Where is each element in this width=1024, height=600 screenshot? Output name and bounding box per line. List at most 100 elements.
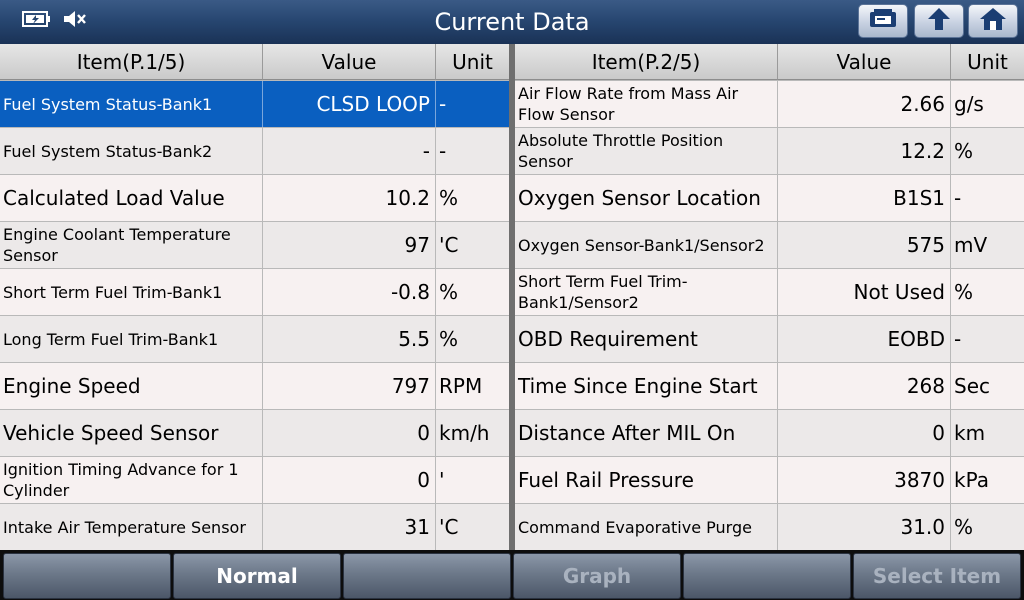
- table-row[interactable]: Fuel System Status-Bank1 CLSD LOOP -: [0, 80, 509, 127]
- table-row[interactable]: OBD Requirement EOBD -: [515, 315, 1024, 362]
- item-name: Time Since Engine Start: [515, 363, 778, 409]
- item-name: Short Term Fuel Trim-Bank1: [0, 269, 263, 315]
- item-value: 268: [778, 363, 951, 409]
- table-row[interactable]: Long Term Fuel Trim-Bank1 5.5 %: [0, 315, 509, 362]
- table-row[interactable]: Time Since Engine Start 268 Sec: [515, 362, 1024, 409]
- table-header: Item(P.1/5) Value Unit: [0, 44, 509, 80]
- item-unit: kPa: [954, 468, 989, 492]
- item-unit: %: [954, 280, 974, 304]
- item-unit: Sec: [954, 374, 990, 398]
- item-name: Fuel Rail Pressure: [515, 457, 778, 503]
- item-name: Absolute Throttle Position Sensor: [515, 128, 778, 174]
- item-name: Ignition Timing Advance for 1 Cylinder: [0, 457, 263, 503]
- item-unit: RPM: [439, 374, 483, 398]
- item-name: Calculated Load Value: [0, 175, 263, 221]
- item-value: 797: [263, 363, 436, 409]
- table-row[interactable]: Oxygen Sensor-Bank1/Sensor2 575 mV: [515, 221, 1024, 268]
- table-row[interactable]: Short Term Fuel Trim-Bank1/Sensor2 Not U…: [515, 268, 1024, 315]
- item-value: 0: [263, 410, 436, 456]
- item-value: CLSD LOOP: [263, 81, 436, 127]
- item-name: Vehicle Speed Sensor: [0, 410, 263, 456]
- item-unit: %: [439, 186, 459, 210]
- right-data-table: Item(P.2/5) Value Unit Air Flow Rate fro…: [515, 44, 1024, 550]
- item-name: Distance After MIL On: [515, 410, 778, 456]
- item-name: Engine Speed: [0, 363, 263, 409]
- item-value: B1S1: [778, 175, 951, 221]
- printer-icon: [868, 7, 898, 35]
- column-header-value: Value: [778, 44, 951, 80]
- table-row[interactable]: Air Flow Rate from Mass Air Flow Sensor …: [515, 80, 1024, 127]
- item-value: 31: [263, 504, 436, 550]
- item-unit: -: [439, 92, 447, 116]
- normal-button[interactable]: Normal: [173, 553, 341, 599]
- item-value: 97: [263, 222, 436, 268]
- item-value: 2.66: [778, 81, 951, 127]
- item-unit: -: [954, 186, 962, 210]
- table-row[interactable]: Intake Air Temperature Sensor 31 'C: [0, 503, 509, 550]
- item-unit: km/h: [439, 421, 490, 445]
- graph-button[interactable]: Graph: [513, 553, 681, 599]
- item-name: Long Term Fuel Trim-Bank1: [0, 316, 263, 362]
- table-row[interactable]: Engine Speed 797 RPM: [0, 362, 509, 409]
- column-header-item: Item(P.1/5): [0, 44, 263, 80]
- item-name: Fuel System Status-Bank1: [0, 81, 263, 127]
- table-row[interactable]: Calculated Load Value 10.2 %: [0, 174, 509, 221]
- back-arrow-icon: [925, 6, 953, 36]
- item-value: 0: [263, 457, 436, 503]
- item-value: 10.2: [263, 175, 436, 221]
- table-row[interactable]: Short Term Fuel Trim-Bank1 -0.8 %: [0, 268, 509, 315]
- item-name: Command Evaporative Purge: [515, 504, 778, 550]
- item-value: 3870: [778, 457, 951, 503]
- item-unit: mV: [954, 233, 988, 257]
- item-value: 575: [778, 222, 951, 268]
- item-name: Oxygen Sensor-Bank1/Sensor2: [515, 222, 778, 268]
- table-row[interactable]: Fuel System Status-Bank2 - -: [0, 127, 509, 174]
- item-name: Short Term Fuel Trim-Bank1/Sensor2: [515, 269, 778, 315]
- item-value: -: [263, 128, 436, 174]
- item-unit: -: [954, 327, 962, 351]
- table-row[interactable]: Fuel Rail Pressure 3870 kPa: [515, 456, 1024, 503]
- item-name: Engine Coolant Temperature Sensor: [0, 222, 263, 268]
- empty-button-3[interactable]: [683, 553, 851, 599]
- table-row[interactable]: Absolute Throttle Position Sensor 12.2 %: [515, 127, 1024, 174]
- table-header: Item(P.2/5) Value Unit: [515, 44, 1024, 80]
- table-row[interactable]: Engine Coolant Temperature Sensor 97 'C: [0, 221, 509, 268]
- item-value: 5.5: [263, 316, 436, 362]
- item-unit: %: [954, 139, 974, 163]
- item-name: OBD Requirement: [515, 316, 778, 362]
- item-value: EOBD: [778, 316, 951, 362]
- item-unit: 'C: [439, 515, 459, 539]
- item-value: -0.8: [263, 269, 436, 315]
- item-name: Oxygen Sensor Location: [515, 175, 778, 221]
- table-row[interactable]: Ignition Timing Advance for 1 Cylinder 0…: [0, 456, 509, 503]
- item-value: 12.2: [778, 128, 951, 174]
- print-button[interactable]: [858, 4, 908, 38]
- item-value: Not Used: [778, 269, 951, 315]
- back-button[interactable]: [914, 4, 964, 38]
- table-row[interactable]: Distance After MIL On 0 km: [515, 409, 1024, 456]
- item-name: Intake Air Temperature Sensor: [0, 504, 263, 550]
- home-button[interactable]: [968, 4, 1018, 38]
- column-header-value: Value: [263, 44, 436, 80]
- item-name: Fuel System Status-Bank2: [0, 128, 263, 174]
- select-item-button[interactable]: Select Item: [853, 553, 1021, 599]
- item-name: Air Flow Rate from Mass Air Flow Sensor: [515, 81, 778, 127]
- item-unit: km: [954, 421, 986, 445]
- title-bar: Current Data: [0, 0, 1024, 45]
- item-value: 0: [778, 410, 951, 456]
- item-unit: %: [439, 280, 459, 304]
- column-header-item: Item(P.2/5): [515, 44, 778, 80]
- table-row[interactable]: Command Evaporative Purge 31.0 %: [515, 503, 1024, 550]
- column-header-unit: Unit: [951, 44, 1024, 80]
- bottom-toolbar: Normal Graph Select Item: [0, 550, 1024, 600]
- item-unit: ': [439, 468, 445, 492]
- left-data-table: Item(P.1/5) Value Unit Fuel System Statu…: [0, 44, 509, 550]
- empty-button-2[interactable]: [343, 553, 511, 599]
- column-header-unit: Unit: [436, 44, 509, 80]
- table-row[interactable]: Oxygen Sensor Location B1S1 -: [515, 174, 1024, 221]
- item-unit: g/s: [954, 92, 984, 116]
- item-value: 31.0: [778, 504, 951, 550]
- table-row[interactable]: Vehicle Speed Sensor 0 km/h: [0, 409, 509, 456]
- empty-button-1[interactable]: [3, 553, 171, 599]
- item-unit: 'C: [439, 233, 459, 257]
